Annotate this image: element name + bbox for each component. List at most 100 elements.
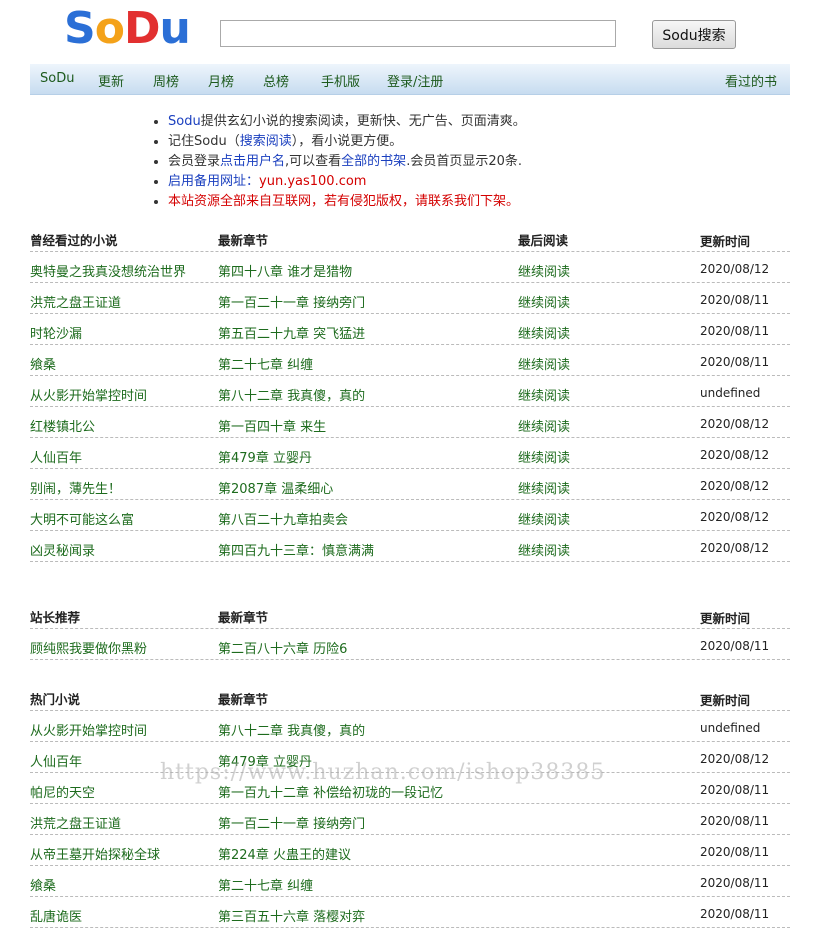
- history-header-row: 曾经看过的小说 最新章节 最后阅读 更新时间: [30, 221, 790, 252]
- continue-reading-link[interactable]: 继续阅读: [518, 261, 570, 280]
- notice-item: 记住Sodu（搜索阅读），看小说更方便。: [168, 132, 526, 152]
- novel-title-link[interactable]: 飨桑: [30, 875, 56, 894]
- update-time: 2020/08/12: [700, 752, 770, 766]
- latest-chapter-link[interactable]: 第二十七章 纠缠: [218, 875, 313, 894]
- novel-title-link[interactable]: 顾纯熙我要做你黑粉: [30, 638, 147, 657]
- latest-chapter-link[interactable]: 第479章 立婴丹: [218, 751, 312, 770]
- all-bookshelf-link[interactable]: 全部的书架: [341, 154, 406, 169]
- update-time: undefined: [700, 721, 761, 735]
- continue-reading-link[interactable]: 继续阅读: [518, 478, 570, 497]
- continue-reading-link[interactable]: 继续阅读: [518, 354, 570, 373]
- latest-chapter-link[interactable]: 第八百二十九章拍卖会: [218, 509, 348, 528]
- update-time: undefined: [700, 386, 761, 400]
- novel-title-link[interactable]: 飨桑: [30, 354, 56, 373]
- latest-chapter-link[interactable]: 第一百四十章 来生: [218, 416, 326, 435]
- nav-item-sodu[interactable]: SoDu: [40, 71, 74, 86]
- logo-letter: D: [123, 3, 161, 54]
- table-row: 凶灵秘闻录 第四百九十三章：慎意满满 继续阅读 2020/08/12: [30, 531, 790, 562]
- latest-chapter-link[interactable]: 第四十八章 谁才是猎物: [218, 261, 352, 280]
- nav-item-weekly[interactable]: 周榜: [153, 71, 179, 90]
- continue-reading-link[interactable]: 继续阅读: [518, 447, 570, 466]
- nav-item-update[interactable]: 更新: [98, 71, 124, 90]
- latest-chapter-link[interactable]: 第二十七章 纠缠: [218, 354, 313, 373]
- novel-title-link[interactable]: 人仙百年: [30, 751, 82, 770]
- latest-chapter-link[interactable]: 第三百五十六章 落樱对弈: [218, 906, 365, 925]
- notice-text: 会员登录: [168, 154, 221, 169]
- update-time: 2020/08/12: [700, 262, 770, 276]
- novel-title-link[interactable]: 洪荒之盘王证道: [30, 813, 121, 832]
- novel-title-link[interactable]: 从火影开始掌控时间: [30, 720, 147, 739]
- nav-bar: SoDu 更新 周榜 月榜 总榜 手机版 登录/注册 看过的书: [30, 64, 790, 95]
- nav-item-history[interactable]: 看过的书: [725, 71, 777, 90]
- table-row: 别闹，薄先生！ 第2087章 温柔细心 继续阅读 2020/08/12: [30, 469, 790, 500]
- update-time: 2020/08/12: [700, 479, 770, 493]
- novel-title-link[interactable]: 红楼镇北公: [30, 416, 95, 435]
- recommend-section: 站长推荐 最新章节 更新时间 顾纯熙我要做你黑粉 第二百八十六章 历险6 2020/…: [30, 598, 790, 660]
- column-header: 热门小说: [30, 692, 81, 707]
- table-row: 从火影开始掌控时间 第八十二章 我真傻，真的 undefined: [30, 711, 790, 742]
- notice-text: ,可以查看: [285, 154, 342, 169]
- latest-chapter-link[interactable]: 第一百二十一章 接纳旁门: [218, 813, 365, 832]
- search-button[interactable]: Sodu搜索: [652, 20, 736, 49]
- novel-title-link[interactable]: 奥特曼之我真没想统治世界: [30, 261, 186, 280]
- novel-title-link[interactable]: 从帝王墓开始探秘全球: [30, 844, 160, 863]
- table-row: 顾纯熙我要做你黑粉 第二百八十六章 历险6 2020/08/11: [30, 629, 790, 660]
- continue-reading-link[interactable]: 继续阅读: [518, 416, 570, 435]
- notice-text: 提供玄幻小说的搜索阅读，更新快、无广告、页面清爽。: [200, 114, 526, 129]
- table-row: 飨桑 第二十七章 纠缠 2020/08/11: [30, 866, 790, 897]
- sodu-link[interactable]: Sodu: [168, 114, 201, 129]
- update-time: 2020/08/11: [700, 639, 770, 653]
- table-row: 从帝王墓开始探秘全球 第224章 火蛊王的建议 2020/08/11: [30, 835, 790, 866]
- notice-text: ），看小说更方便。: [291, 134, 403, 149]
- latest-chapter-link[interactable]: 第2087章 温柔细心: [218, 478, 333, 497]
- table-row: 洪荒之盘王证道 第一百二十一章 接纳旁门 继续阅读 2020/08/11: [30, 283, 790, 314]
- novel-title-link[interactable]: 从火影开始掌控时间: [30, 385, 147, 404]
- update-time: 2020/08/11: [700, 814, 770, 828]
- nav-item-total[interactable]: 总榜: [263, 71, 289, 90]
- notice-item: 启用备用网址：yun.yas100.com: [168, 172, 526, 192]
- nav-item-monthly[interactable]: 月榜: [208, 71, 234, 90]
- nav-item-login[interactable]: 登录/注册: [387, 71, 443, 90]
- latest-chapter-link[interactable]: 第479章 立婴丹: [218, 447, 312, 466]
- latest-chapter-link[interactable]: 第五百二十九章 突飞猛进: [218, 323, 365, 342]
- continue-reading-link[interactable]: 继续阅读: [518, 385, 570, 404]
- notice-text: .会员首页显示20条.: [406, 154, 522, 169]
- novel-title-link[interactable]: 时轮沙漏: [30, 323, 82, 342]
- novel-title-link[interactable]: 乱唐诡医: [30, 906, 82, 925]
- latest-chapter-link[interactable]: 第四百九十三章：慎意满满: [218, 540, 374, 559]
- continue-reading-link[interactable]: 继续阅读: [518, 323, 570, 342]
- latest-chapter-link[interactable]: 第一百二十一章 接纳旁门: [218, 292, 365, 311]
- novel-title-link[interactable]: 洪荒之盘王证道: [30, 292, 121, 311]
- table-row: 从火影开始掌控时间 第八十二章 我真傻，真的 继续阅读 undefined: [30, 376, 790, 407]
- sodu-logo[interactable]: SoDu: [64, 3, 191, 54]
- logo-letter: o: [94, 3, 125, 54]
- update-time: 2020/08/11: [700, 293, 770, 307]
- table-row: 洪荒之盘王证道 第一百二十一章 接纳旁门 2020/08/11: [30, 804, 790, 835]
- latest-chapter-link[interactable]: 第八十二章 我真傻，真的: [218, 720, 365, 739]
- backup-url-link[interactable]: yun.yas100.com: [259, 174, 366, 189]
- nav-item-mobile[interactable]: 手机版: [321, 71, 360, 90]
- column-header: 更新时间: [700, 611, 751, 626]
- history-section: 曾经看过的小说 最新章节 最后阅读 更新时间 奥特曼之我真没想统治世界 第四十八章…: [30, 221, 790, 562]
- latest-chapter-link[interactable]: 第224章 火蛊王的建议: [218, 844, 351, 863]
- search-input[interactable]: [220, 20, 616, 47]
- click-username-link[interactable]: 点击用户名: [220, 154, 285, 169]
- novel-title-link[interactable]: 帕尼的天空: [30, 782, 95, 801]
- continue-reading-link[interactable]: 继续阅读: [518, 509, 570, 528]
- continue-reading-link[interactable]: 继续阅读: [518, 540, 570, 559]
- latest-chapter-link[interactable]: 第二百八十六章 历险6: [218, 638, 347, 657]
- search-read-link[interactable]: 搜索阅读: [240, 134, 292, 149]
- continue-reading-link[interactable]: 继续阅读: [518, 292, 570, 311]
- notice-item: Sodu提供玄幻小说的搜索阅读，更新快、无广告、页面清爽。: [168, 112, 526, 132]
- latest-chapter-link[interactable]: 第八十二章 我真傻，真的: [218, 385, 365, 404]
- novel-title-link[interactable]: 别闹，薄先生！: [30, 478, 121, 497]
- notice-text: 本站资源全部来自互联网，若有侵犯版权，请联系我们下架。: [168, 194, 520, 209]
- column-header: 曾经看过的小说: [30, 233, 118, 248]
- logo-letter: S: [64, 3, 96, 54]
- novel-title-link[interactable]: 凶灵秘闻录: [30, 540, 95, 559]
- update-time: 2020/08/12: [700, 541, 770, 555]
- novel-title-link[interactable]: 大明不可能这么富: [30, 509, 134, 528]
- novel-title-link[interactable]: 人仙百年: [30, 447, 82, 466]
- update-time: 2020/08/11: [700, 876, 770, 890]
- latest-chapter-link[interactable]: 第一百九十二章 补偿给初珑的一段记忆: [218, 782, 443, 801]
